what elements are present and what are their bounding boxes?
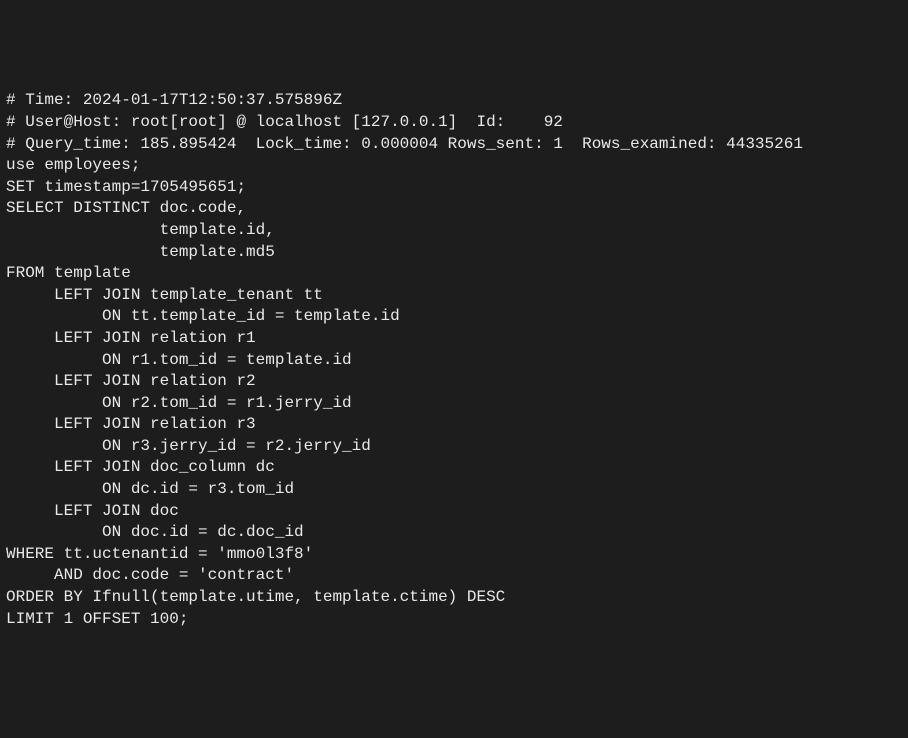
sql-join-line: LEFT JOIN relation r3 [6, 414, 902, 436]
sql-select-col-line: template.md5 [6, 242, 902, 264]
sql-on-line: ON doc.id = dc.doc_id [6, 522, 902, 544]
sql-from-line: FROM template [6, 263, 902, 285]
sql-limit-line: LIMIT 1 OFFSET 100; [6, 609, 902, 631]
sql-select-line: SELECT DISTINCT doc.code, [6, 198, 902, 220]
sql-on-line: ON r2.tom_id = r1.jerry_id [6, 393, 902, 415]
log-user-host-line: # User@Host: root[root] @ localhost [127… [6, 112, 902, 134]
sql-set-timestamp-line: SET timestamp=1705495651; [6, 177, 902, 199]
sql-join-line: LEFT JOIN template_tenant tt [6, 285, 902, 307]
sql-join-line: LEFT JOIN relation r1 [6, 328, 902, 350]
sql-orderby-line: ORDER BY Ifnull(template.utime, template… [6, 587, 902, 609]
sql-on-line: ON tt.template_id = template.id [6, 306, 902, 328]
sql-join-line: LEFT JOIN relation r2 [6, 371, 902, 393]
sql-on-line: ON r1.tom_id = template.id [6, 350, 902, 372]
sql-where-line: WHERE tt.uctenantid = 'mmo0l3f8' [6, 544, 902, 566]
sql-on-line: ON r3.jerry_id = r2.jerry_id [6, 436, 902, 458]
sql-select-col-line: template.id, [6, 220, 902, 242]
log-query-stats-line: # Query_time: 185.895424 Lock_time: 0.00… [6, 134, 902, 156]
sql-join-line: LEFT JOIN doc [6, 501, 902, 523]
terminal-output: # Time: 2024-01-17T12:50:37.575896Z# Use… [6, 90, 902, 630]
log-time-line: # Time: 2024-01-17T12:50:37.575896Z [6, 90, 902, 112]
sql-use-line: use employees; [6, 155, 902, 177]
sql-and-line: AND doc.code = 'contract' [6, 565, 902, 587]
sql-join-line: LEFT JOIN doc_column dc [6, 457, 902, 479]
sql-on-line: ON dc.id = r3.tom_id [6, 479, 902, 501]
